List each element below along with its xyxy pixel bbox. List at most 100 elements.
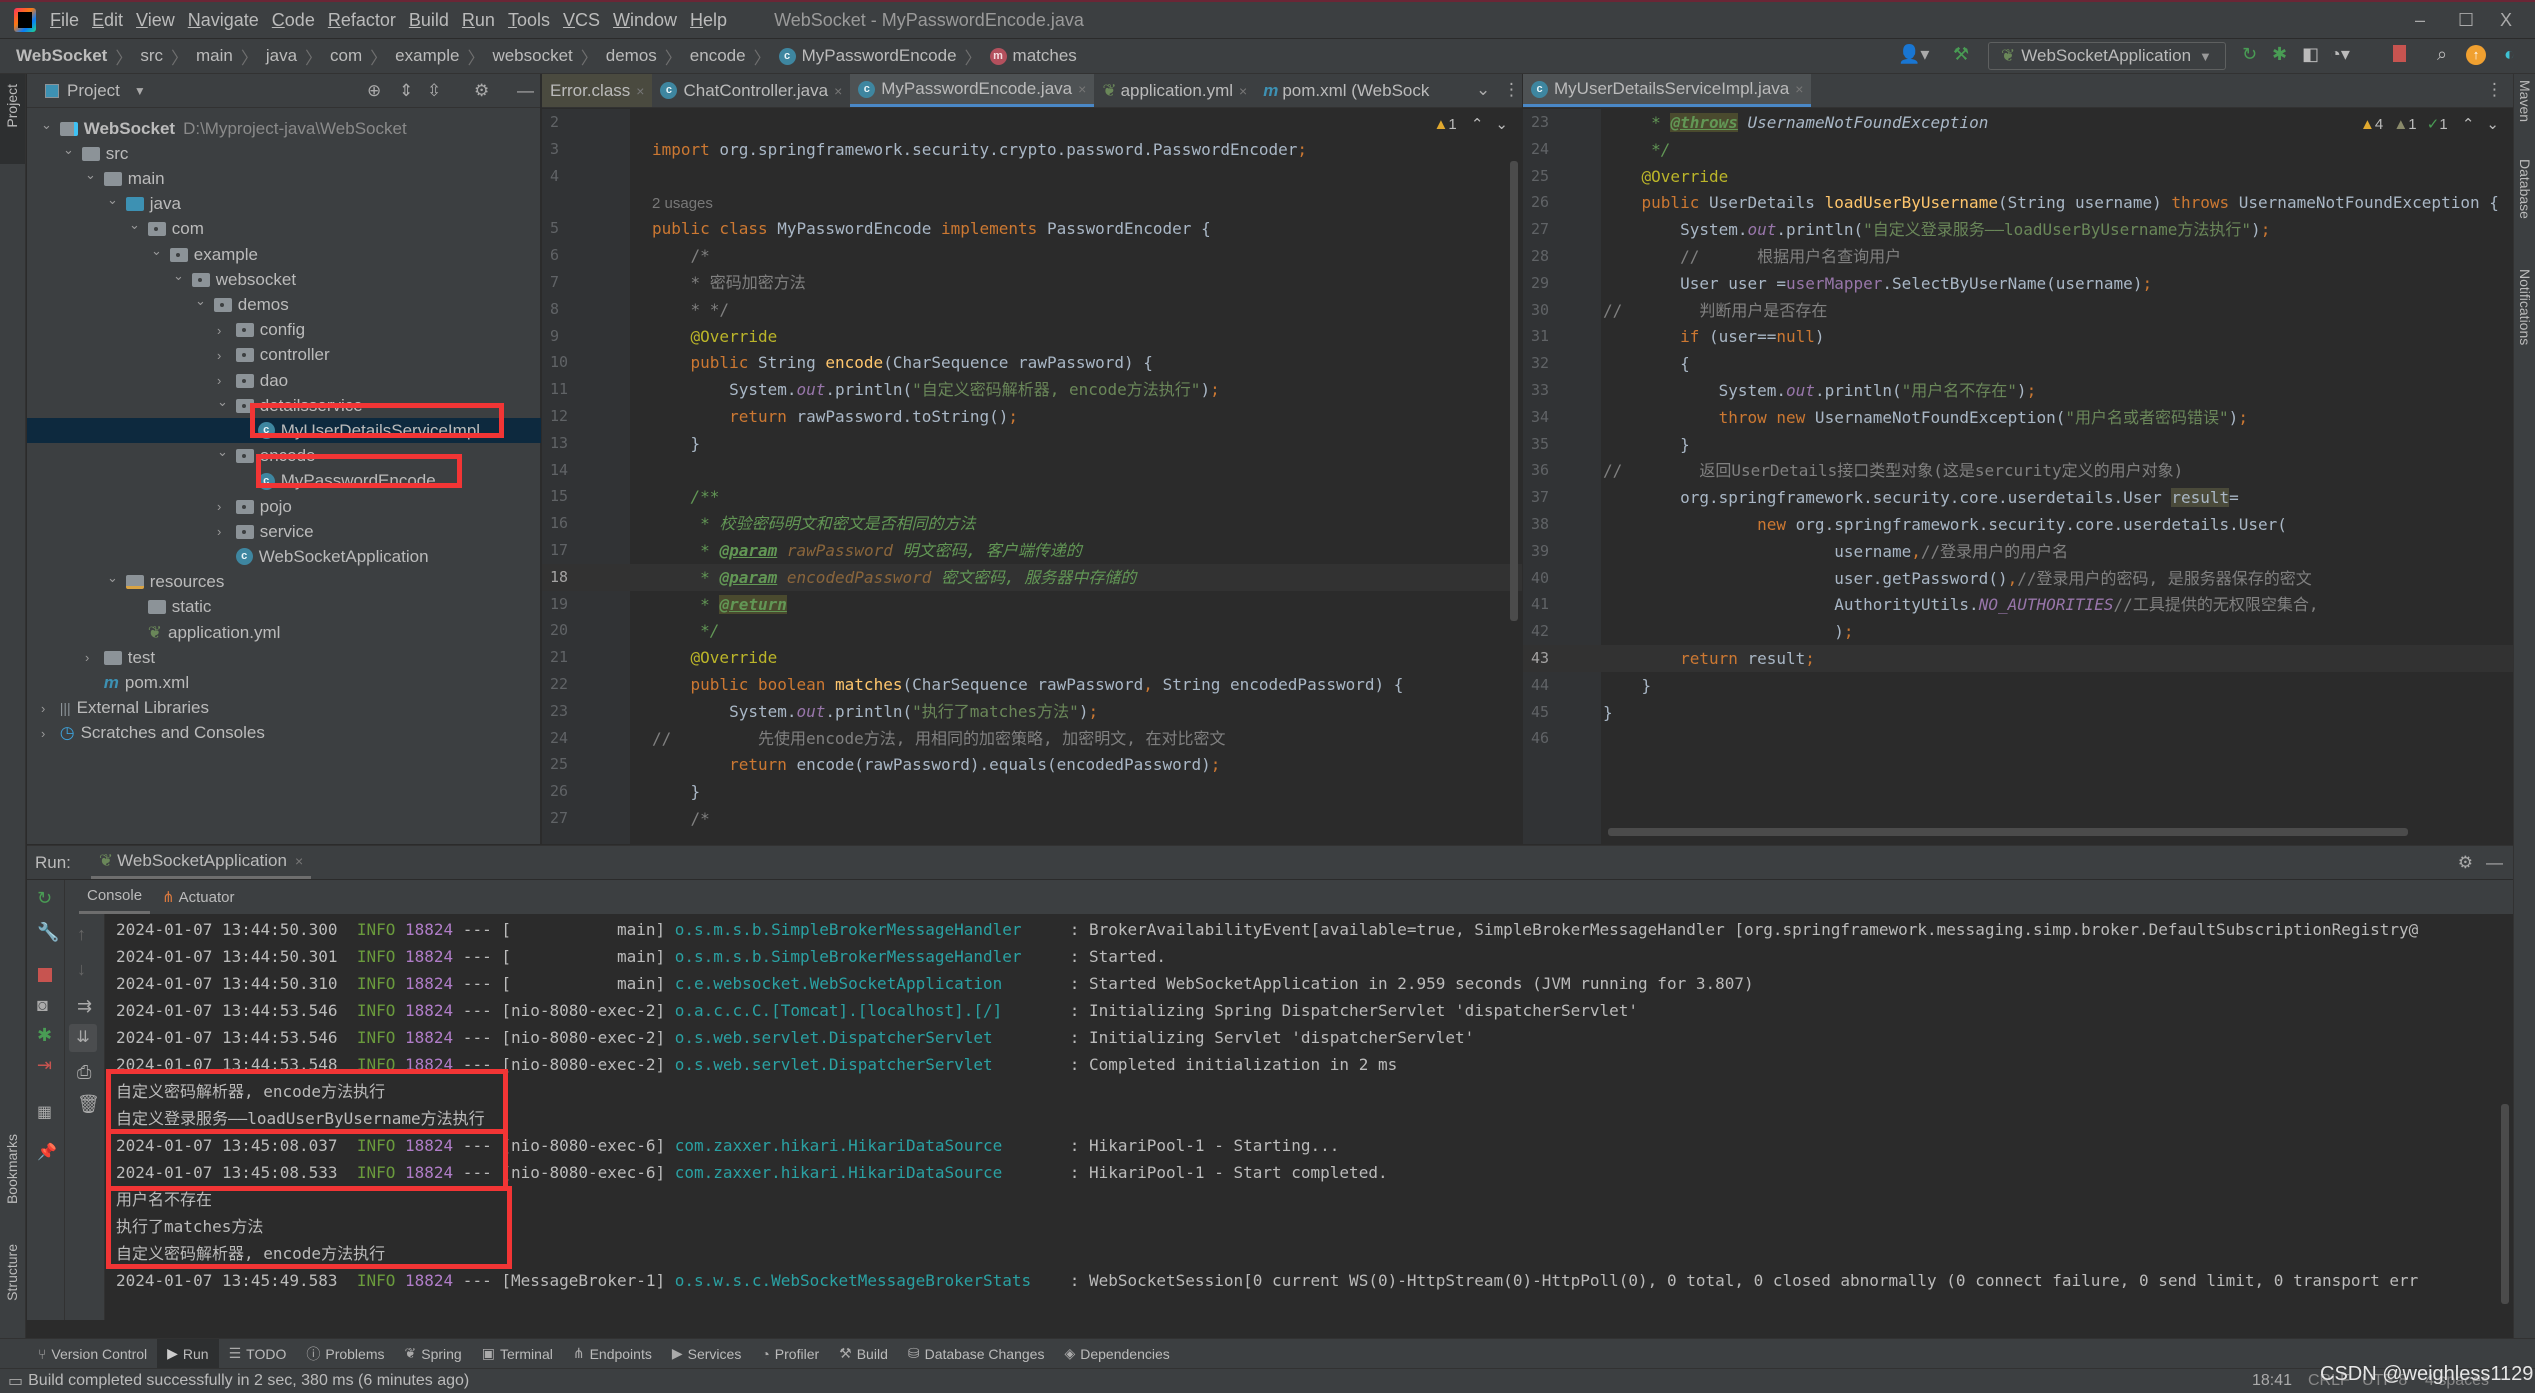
hide-panel-icon[interactable]: — <box>517 81 534 101</box>
breadcrumb-item[interactable]: demos <box>606 46 657 66</box>
chevron-right-icon[interactable]: › <box>217 323 231 338</box>
tree-item[interactable]: ⌄ example <box>151 242 258 267</box>
menu-vcs[interactable]: VCS <box>563 10 600 31</box>
horizontal-scrollbar[interactable] <box>1608 828 2408 836</box>
tree-item[interactable]: ⌄ WebSocket D:\Myproject-java\WebSocket <box>41 116 407 141</box>
chevron-down-icon[interactable]: ⌄ <box>85 167 99 183</box>
breadcrumb-item[interactable]: com <box>330 46 362 66</box>
print-icon[interactable]: ⎙ <box>77 1062 91 1083</box>
user-icon[interactable]: 👤▾ <box>1898 44 1929 65</box>
tree-item[interactable]: › pojo <box>217 494 292 519</box>
tree-item[interactable]: ⌄ websocket <box>173 267 296 292</box>
tab-console[interactable]: Console <box>79 880 151 914</box>
close-tab-icon[interactable]: × <box>295 853 303 869</box>
log-logger[interactable]: o.s.m.s.b.SimpleBrokerMessageHandler <box>675 947 1060 966</box>
breadcrumb-item[interactable]: java <box>266 46 297 66</box>
chevron-down-icon[interactable]: ⌄ <box>63 142 77 158</box>
tool-window-problems[interactable]: ⓘ Problems <box>296 1339 394 1368</box>
tree-item[interactable]: static <box>129 595 211 620</box>
tool-window-build[interactable]: ⚒ Build <box>829 1339 898 1368</box>
log-logger[interactable]: com.zaxxer.hikari.HikariDataSource <box>675 1136 1060 1155</box>
chevron-right-icon[interactable]: › <box>217 373 231 388</box>
menu-run[interactable]: Run <box>462 10 495 31</box>
chevron-down-icon[interactable]: ⌄ <box>129 217 143 233</box>
chevron-down-icon[interactable]: ⌄ <box>41 117 55 133</box>
editor-tab[interactable]: c MyUserDetailsServiceImpl.java × <box>1523 74 1812 107</box>
tool-window-run[interactable]: ▶ Run <box>157 1339 219 1368</box>
breadcrumb-item[interactable]: MyPasswordEncode <box>802 46 957 66</box>
chevron-right-icon[interactable]: › <box>217 348 231 363</box>
close-tab-icon[interactable]: × <box>1078 81 1086 97</box>
wrench-icon[interactable]: 🔧 <box>37 922 59 943</box>
layout-icon[interactable]: ▦ <box>37 1102 52 1122</box>
pin-icon[interactable]: 📌 <box>37 1142 57 1162</box>
locate-icon[interactable]: ⊕ <box>367 81 381 101</box>
rerun-icon[interactable]: ↻ <box>37 888 52 909</box>
trash-icon[interactable]: 🗑 <box>77 1094 100 1115</box>
more-vertical-icon[interactable]: ⋮ <box>2486 80 2503 100</box>
tree-item[interactable]: › config <box>217 318 305 343</box>
close-tab-icon[interactable]: × <box>636 83 644 99</box>
chevron-right-icon[interactable]: › <box>85 650 99 665</box>
search-icon[interactable]: ⌕ <box>2437 44 2447 65</box>
menu-help[interactable]: Help <box>690 10 727 31</box>
log-logger[interactable]: com.zaxxer.hikari.HikariDataSource <box>675 1163 1060 1182</box>
menu-edit[interactable]: Edit <box>92 10 123 31</box>
code-editor-right[interactable]: 23 * @throws UsernameNotFoundException 24… <box>1523 109 2513 844</box>
tabs-overflow-chevron-icon[interactable]: ⌄ <box>1476 80 1490 100</box>
tree-item[interactable]: ❦ application.yml <box>129 620 281 645</box>
breadcrumb-item[interactable]: main <box>196 46 233 66</box>
run-config-tab[interactable]: ❦ WebSocketApplication × <box>90 846 312 879</box>
editor-tab[interactable]: m pom.xml (WebSock <box>1255 74 1437 107</box>
caret-position[interactable]: 18:41 <box>2252 1372 2292 1390</box>
breadcrumb-item[interactable]: WebSocket <box>16 46 107 66</box>
editor-tab[interactable]: c MyPasswordEncode.java × <box>850 74 1095 107</box>
inspection-widget[interactable]: ▲4 ▲1 ✓1 ⌃ ⌄ <box>2360 115 2499 133</box>
tree-item[interactable]: ⌄ com <box>129 217 204 242</box>
build-hammer-icon[interactable]: ⚒ <box>1953 44 1969 65</box>
notifications-tool-button[interactable]: Notifications <box>2517 269 2533 345</box>
minimize-button[interactable]: – <box>2415 10 2425 31</box>
console-scrollbar[interactable] <box>2501 1104 2509 1304</box>
project-view-selector[interactable]: Project <box>67 81 120 101</box>
chevron-down-icon[interactable]: ⌄ <box>217 444 231 460</box>
stop-icon[interactable] <box>2393 45 2406 62</box>
more-vertical-icon[interactable]: ⋮ <box>1503 80 1520 100</box>
tree-item[interactable]: ⌄ demos <box>195 292 289 317</box>
breadcrumb-item[interactable]: matches <box>1013 46 1077 66</box>
code-editor-left[interactable]: 2 3 import org.springframework.security.cr… <box>542 109 1522 844</box>
chevron-right-icon[interactable]: › <box>217 524 231 539</box>
editor-tab[interactable]: c ChatController.java × <box>652 74 850 107</box>
breadcrumb-item[interactable]: encode <box>690 46 746 66</box>
chevron-right-icon[interactable]: › <box>41 701 55 716</box>
collapse-all-icon[interactable]: ⇳ <box>427 81 441 101</box>
chevron-down-icon[interactable]: ⌄ <box>195 293 209 309</box>
maximize-button[interactable]: ☐ <box>2458 10 2474 31</box>
tree-item[interactable]: › test <box>85 645 155 670</box>
breadcrumb-item[interactable]: websocket <box>492 46 572 66</box>
debug-icon[interactable]: ✱ <box>37 1025 52 1046</box>
editor-tab[interactable]: Error.class × <box>542 74 653 107</box>
chevron-down-icon[interactable]: ⌄ <box>107 570 121 586</box>
gear-icon[interactable]: ⚙ <box>474 81 489 101</box>
rerun-icon[interactable]: ↻ <box>2242 44 2257 65</box>
menu-tools[interactable]: Tools <box>508 10 550 31</box>
chevron-down-icon[interactable]: ▼ <box>134 84 146 98</box>
tree-item[interactable]: ⌄ resources <box>107 570 224 595</box>
menu-file[interactable]: File <box>50 10 79 31</box>
update-icon[interactable]: ↑ <box>2466 45 2486 65</box>
inspection-widget[interactable]: ▲1 ⌃ ⌄ <box>1433 115 1508 133</box>
tool-window-version-control[interactable]: ⑂ Version Control <box>28 1339 157 1368</box>
breadcrumb-item[interactable]: example <box>395 46 459 66</box>
editor-tab[interactable]: ❦ application.yml × <box>1094 74 1255 107</box>
stop-icon[interactable] <box>38 968 52 982</box>
breadcrumb-item[interactable]: src <box>140 46 163 66</box>
hide-panel-icon[interactable]: — <box>2486 853 2503 873</box>
tree-item[interactable]: ⌄ main <box>85 166 165 191</box>
menu-view[interactable]: View <box>136 10 175 31</box>
tool-window-terminal[interactable]: ▣ Terminal <box>472 1339 563 1368</box>
log-logger[interactable]: o.s.web.servlet.DispatcherServlet <box>675 1028 1060 1047</box>
tool-window-endpoints[interactable]: ⋔ Endpoints <box>563 1339 662 1368</box>
tree-item[interactable]: › ||| External Libraries <box>41 696 209 721</box>
toolbox-icon[interactable]: ◐ <box>2504 44 2515 65</box>
